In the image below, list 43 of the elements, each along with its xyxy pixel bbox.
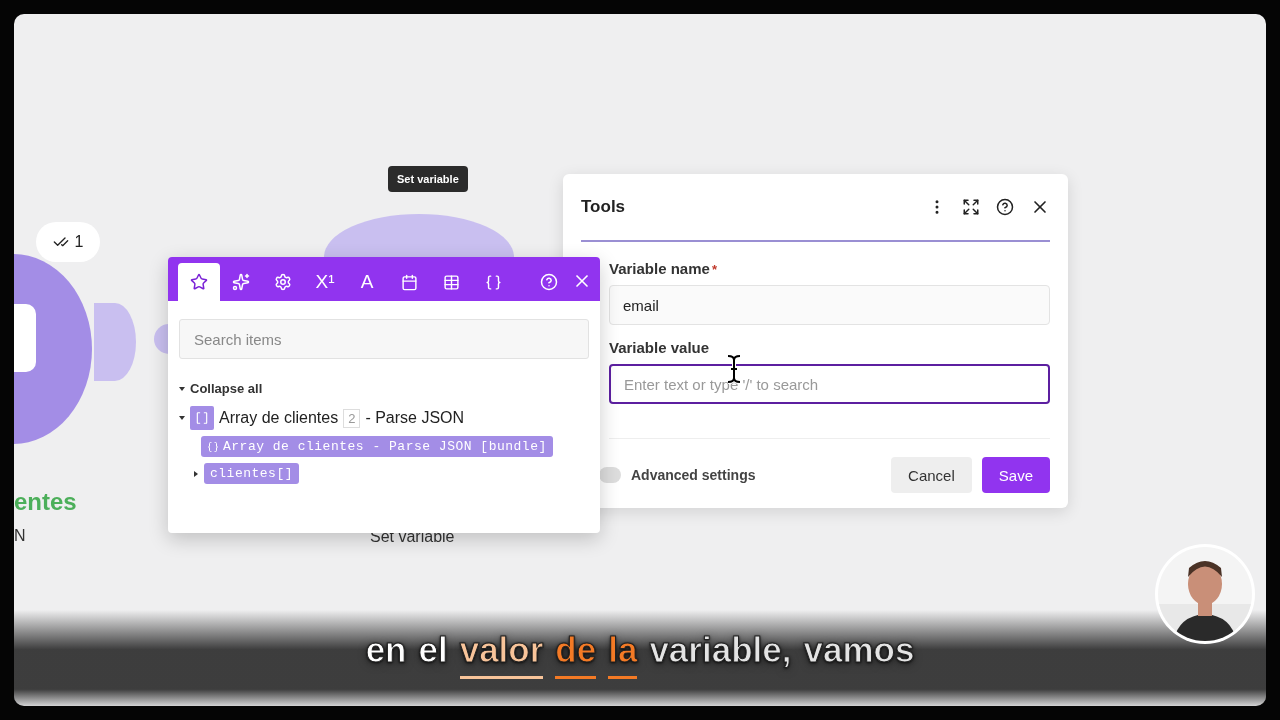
mapping-item[interactable]: Array de clientes - Parse JSON [bundle] (201, 436, 553, 457)
gear-icon (274, 273, 292, 291)
cancel-button[interactable]: Cancel (891, 457, 972, 493)
module-type: N (14, 527, 26, 545)
array-icon (190, 406, 214, 430)
star-icon (190, 273, 208, 291)
search-field[interactable]: Search items (179, 319, 589, 359)
panel-tab[interactable] (178, 263, 220, 301)
field-label: Variable value (609, 339, 711, 356)
caption-word: el (418, 630, 448, 671)
text-field[interactable]: Enter text or type '/' to search (609, 364, 1050, 404)
help-icon[interactable] (996, 198, 1014, 216)
tooltip: Set variable (388, 166, 468, 192)
caption-word: en (365, 630, 407, 671)
panel-tab[interactable]: A (346, 263, 388, 301)
caret-icon[interactable] (179, 416, 185, 420)
module-title: entes (14, 488, 77, 516)
table-icon (442, 273, 460, 291)
item-count: 2 (343, 408, 361, 428)
collapse-all-button[interactable]: Collapse all (190, 381, 263, 396)
text-field[interactable]: email (609, 285, 1050, 325)
sparkles-icon (232, 273, 250, 291)
braces-icon (207, 440, 219, 453)
mapping-item[interactable]: clientes[] (204, 463, 299, 484)
caption-word: valor (459, 630, 544, 679)
caption-word: la (608, 630, 638, 679)
calendar-icon (400, 273, 418, 291)
caption-word: vamos (803, 630, 915, 671)
braces-icon (484, 273, 502, 291)
item-label: Array de clientes (219, 409, 339, 427)
caret-icon[interactable] (194, 470, 198, 477)
connector-handle[interactable] (94, 303, 136, 381)
caption-word: de (555, 630, 597, 679)
badge-count: 1 (74, 233, 84, 251)
caption-word: variable, (649, 630, 792, 671)
item-source: - Parse JSON (365, 409, 465, 427)
toggle-label: Advanced settings (631, 467, 757, 483)
toggle-switch[interactable] (599, 467, 621, 483)
dialog-title: Tools (581, 197, 627, 217)
field-label: Variable name* (609, 260, 718, 277)
save-button[interactable]: Save (981, 457, 1050, 493)
panel-tab[interactable]: X¹ (304, 263, 346, 301)
expand-icon[interactable] (962, 198, 980, 216)
